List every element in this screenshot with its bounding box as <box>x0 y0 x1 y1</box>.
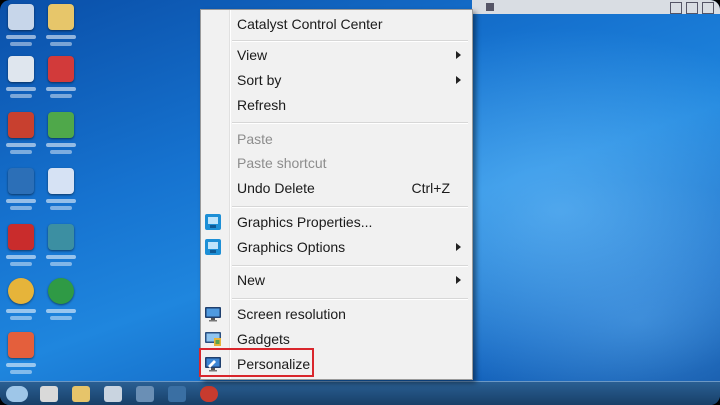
submenu-arrow-icon <box>456 276 461 284</box>
taskbar-app-icon-2[interactable] <box>104 386 122 402</box>
taskbar-app-icon-5[interactable] <box>200 386 218 402</box>
desktop-context-menu: Catalyst Control Center View Sort by Ref… <box>200 9 473 380</box>
desktop-icon-multicolor[interactable] <box>2 332 40 382</box>
taskbar-app-icon-4[interactable] <box>168 386 186 402</box>
minimize-button[interactable] <box>670 2 682 14</box>
menu-item-undo-delete[interactable]: Undo Delete Ctrl+Z <box>203 176 470 200</box>
menu-item-screen-resolution[interactable]: Screen resolution <box>203 302 470 326</box>
gadgets-icon <box>205 332 221 346</box>
recycle-bin-icon <box>8 56 34 82</box>
menu-item-graphics-options[interactable]: Graphics Options <box>203 235 470 259</box>
close-button[interactable] <box>702 2 714 14</box>
app-icon-red-3 <box>8 224 34 250</box>
app-icon-multicolor <box>8 332 34 358</box>
menu-item-graphics-properties[interactable]: Graphics Properties... <box>203 210 470 234</box>
taskbar[interactable] <box>0 381 720 405</box>
desktop-icon-app-blue[interactable] <box>2 168 40 218</box>
mail-icon <box>48 168 74 194</box>
window-icon <box>486 3 494 11</box>
desktop-icon-chrome[interactable] <box>2 278 40 328</box>
submenu-arrow-icon <box>456 76 461 84</box>
menu-item-new[interactable]: New <box>203 268 470 292</box>
top-window-strip <box>472 0 720 14</box>
menu-separator <box>232 40 468 42</box>
desktop-icon-computer[interactable] <box>2 4 40 54</box>
graphics-icon <box>205 214 221 230</box>
taskbar-app-icon-3[interactable] <box>136 386 154 402</box>
personalize-highlight-box <box>199 348 314 377</box>
menu-item-view[interactable]: View <box>203 43 470 67</box>
desktop-icon-app-red-3[interactable] <box>2 224 40 274</box>
desktop-icon-app-red-2[interactable] <box>42 56 80 106</box>
menu-separator <box>232 122 468 124</box>
desktop-icon-recycle-bin[interactable] <box>2 56 40 106</box>
computer-icon <box>8 4 34 30</box>
desktop-icon-mail[interactable] <box>42 168 80 218</box>
menu-item-paste: Paste <box>237 131 273 147</box>
monitor-icon <box>205 307 221 322</box>
desktop-icon-folder[interactable] <box>42 4 80 54</box>
maximize-button[interactable] <box>686 2 698 14</box>
menu-item-catalyst-control-center[interactable]: Catalyst Control Center <box>203 12 470 36</box>
app-icon-green <box>48 112 74 138</box>
desktop-icon-app-teal[interactable] <box>42 224 80 274</box>
menu-item-paste-shortcut: Paste shortcut <box>237 155 327 171</box>
submenu-arrow-icon <box>456 51 461 59</box>
menu-item-sort-by[interactable]: Sort by <box>203 68 470 92</box>
desktop-icon-app-green-2[interactable] <box>42 278 80 328</box>
app-icon-green-2 <box>48 278 74 304</box>
start-button[interactable] <box>6 386 28 402</box>
folder-icon <box>48 4 74 30</box>
menu-item-refresh[interactable]: Refresh <box>203 93 470 117</box>
menu-separator <box>232 265 468 267</box>
taskbar-folder-icon[interactable] <box>72 386 90 402</box>
submenu-arrow-icon <box>456 243 461 251</box>
menu-separator <box>232 298 468 300</box>
app-icon-red-2 <box>48 56 74 82</box>
app-icon-blue <box>8 168 34 194</box>
desktop-icon-app-red[interactable] <box>2 112 40 162</box>
taskbar-app-icon[interactable] <box>40 386 58 402</box>
graphics-icon <box>205 239 221 255</box>
app-icon-teal <box>48 224 74 250</box>
menu-separator <box>232 206 468 208</box>
desktop[interactable]: Catalyst Control Center View Sort by Ref… <box>0 0 720 405</box>
desktop-icon-app-green[interactable] <box>42 112 80 162</box>
chrome-icon <box>8 278 34 304</box>
app-icon-red <box>8 112 34 138</box>
